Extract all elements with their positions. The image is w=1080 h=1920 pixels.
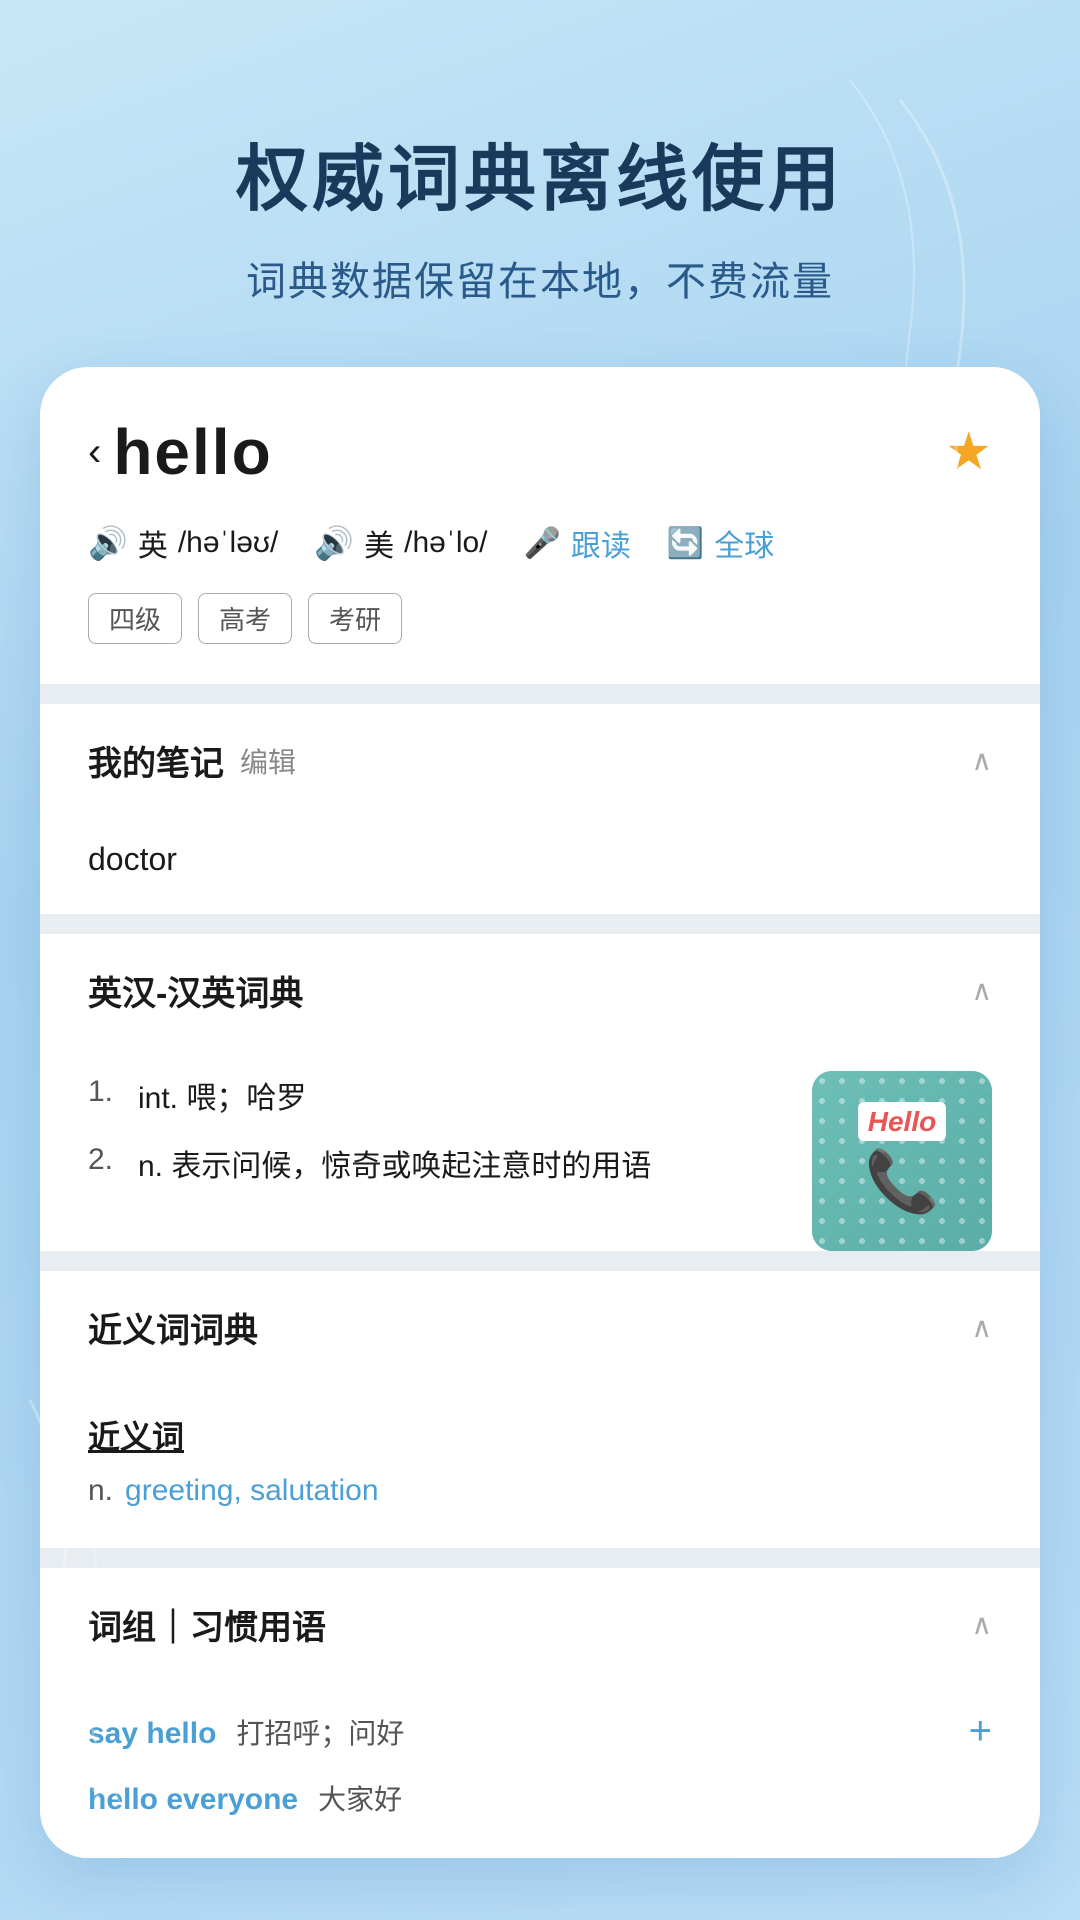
hello-card-label: Hello [858, 1102, 946, 1141]
header-title: 权威词典离线使用 [60, 120, 1020, 225]
word-display: hello [113, 415, 272, 489]
hello-illustration-container: Hello 📞 [812, 1071, 992, 1251]
mic-icon: 🎤 [524, 526, 561, 561]
tag-gaokao: 高考 [198, 593, 292, 644]
phrase-left-1: say hello 打招呼；问好 [88, 1712, 969, 1752]
notes-edit-button[interactable]: 编辑 [240, 741, 296, 781]
tag-kaoyan: 考研 [308, 593, 402, 644]
synonym-words: greeting, salutation [125, 1474, 379, 1508]
back-button[interactable]: ‹ [88, 430, 101, 475]
synonym-pos: n. [88, 1474, 113, 1508]
tags-row: 四级 高考 考研 [88, 593, 992, 644]
divider-4 [40, 1548, 1040, 1568]
notes-section-header[interactable]: 我的笔记 编辑 ∧ [40, 704, 1040, 817]
phrase-zh-1: 打招呼；问好 [236, 1712, 404, 1752]
american-pron-button[interactable]: 🔊 美 /həˈlo/ [314, 521, 487, 565]
word-header: ‹ hello ★ 🔊 英 /həˈləʊ/ 🔊 美 /həˈlo/ 🎤 跟读 [40, 367, 1040, 684]
british-ipa: /həˈləʊ/ [178, 526, 278, 560]
entry-text-2: n. 表示问候，惊奇或唤起注意时的用语 [138, 1143, 651, 1191]
synonyms-content: 近义词 n. greeting, salutation [40, 1384, 1040, 1548]
global-button[interactable]: 🔄 全球 [667, 521, 774, 565]
phrases-title: 词组｜习惯用语 [88, 1600, 326, 1649]
american-ipa: /həˈlo/ [404, 526, 487, 560]
phrases-content: say hello 打招呼；问好 + hello everyone 大家好 [40, 1681, 1040, 1858]
entry-num-1: 1. [88, 1075, 138, 1123]
speaker-icon: 🔊 [88, 524, 128, 562]
dictionary-content: Hello 📞 1. int. 喂；哈罗 2. n. 表示问候，惊奇或唤起注意时… [40, 1047, 1040, 1251]
phrase-left-2: hello everyone 大家好 [88, 1778, 992, 1818]
english-chinese-section-header[interactable]: 英汉-汉英词典 ∧ [40, 934, 1040, 1047]
notes-chevron-icon: ∧ [972, 744, 993, 777]
phrase-en-1[interactable]: say hello [88, 1717, 216, 1751]
synonym-header-label: 近义词 [88, 1412, 992, 1458]
speaker-icon-2: 🔊 [314, 524, 354, 562]
synonym-row: n. greeting, salutation [88, 1474, 992, 1508]
british-pron-button[interactable]: 🔊 英 /həˈləʊ/ [88, 521, 278, 565]
hello-illustration: Hello 📞 [812, 1071, 992, 1251]
divider-3 [40, 1251, 1040, 1271]
entry-num-2: 2. [88, 1143, 138, 1191]
british-label: 英 [138, 521, 168, 565]
phrase-row-2: hello everyone 大家好 [88, 1778, 992, 1818]
global-icon: 🔄 [667, 526, 704, 561]
phrase-add-button-1[interactable]: + [969, 1709, 992, 1754]
tag-sijí: 四级 [88, 593, 182, 644]
notes-text: doctor [88, 841, 177, 877]
dictionary-card: ‹ hello ★ 🔊 英 /həˈləʊ/ 🔊 美 /həˈlo/ 🎤 跟读 [40, 367, 1040, 1858]
follow-read-button[interactable]: 🎤 跟读 [524, 521, 631, 565]
phrases-chevron-icon: ∧ [972, 1608, 993, 1641]
divider-1 [40, 684, 1040, 704]
phrase-row-1: say hello 打招呼；问好 + [88, 1709, 992, 1754]
favorite-star-icon[interactable]: ★ [945, 422, 992, 482]
divider-2 [40, 914, 1040, 934]
phrase-en-2[interactable]: hello everyone [88, 1783, 298, 1817]
english-chinese-chevron-icon: ∧ [972, 974, 993, 1007]
header-section: 权威词典离线使用 词典数据保留在本地，不费流量 [0, 0, 1080, 367]
header-subtitle: 词典数据保留在本地，不费流量 [60, 249, 1020, 307]
follow-read-label: 跟读 [571, 521, 631, 565]
synonyms-section-header[interactable]: 近义词词典 ∧ [40, 1271, 1040, 1384]
phrase-zh-2: 大家好 [318, 1778, 402, 1818]
synonyms-title: 近义词词典 [88, 1303, 258, 1352]
notes-title: 我的笔记 [88, 736, 224, 785]
word-back-row: ‹ hello [88, 415, 273, 489]
english-chinese-title: 英汉-汉英词典 [88, 966, 303, 1015]
phrases-section-header[interactable]: 词组｜习惯用语 ∧ [40, 1568, 1040, 1681]
global-label: 全球 [714, 521, 774, 565]
synonyms-chevron-icon: ∧ [972, 1311, 993, 1344]
notes-content: doctor [40, 817, 1040, 914]
entry-text-1: int. 喂；哈罗 [138, 1075, 306, 1123]
american-label: 美 [364, 521, 394, 565]
pronunciation-row: 🔊 英 /həˈləʊ/ 🔊 美 /həˈlo/ 🎤 跟读 🔄 全球 [88, 521, 992, 565]
